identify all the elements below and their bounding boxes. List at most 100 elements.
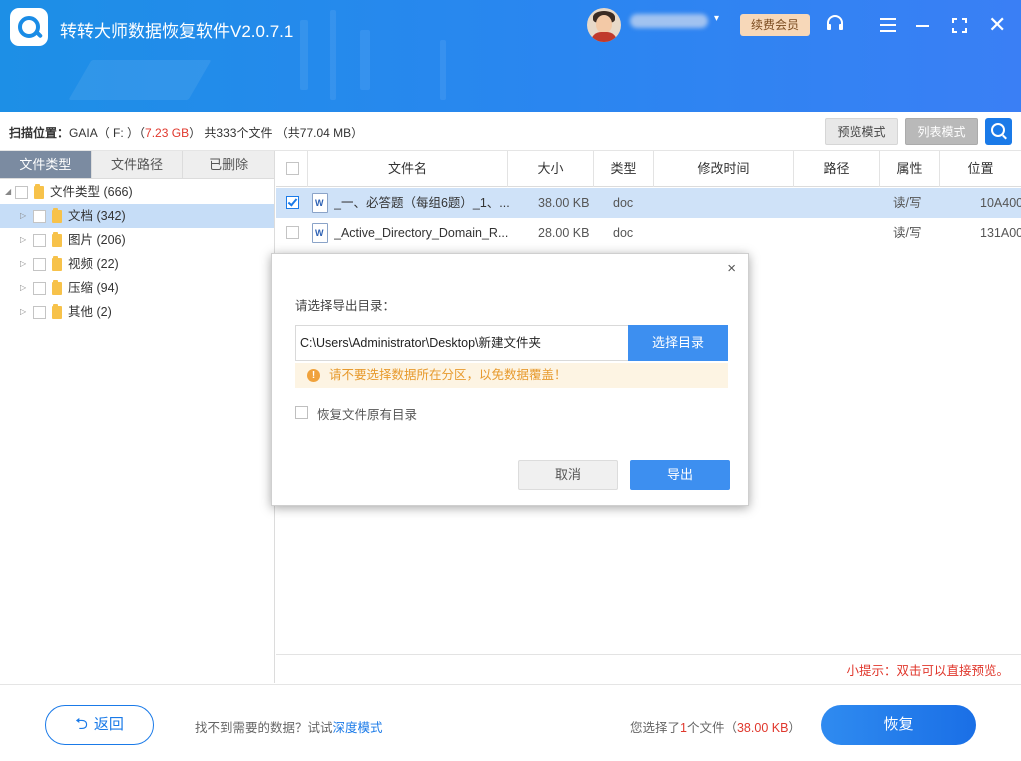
selection-mid: 个文件（ xyxy=(686,721,737,735)
list-mode-button[interactable]: 列表模式 xyxy=(905,118,978,145)
export-dialog: × 请选择导出目录： C:\Users\Administrator\Deskto… xyxy=(271,253,749,506)
selected-size: 38.00 KB xyxy=(736,721,789,735)
word-doc-icon xyxy=(312,193,328,213)
checkbox[interactable] xyxy=(15,186,28,199)
row-checkbox[interactable] xyxy=(286,196,299,209)
checkbox[interactable] xyxy=(33,258,46,271)
header-decoration xyxy=(360,30,370,90)
tree-root[interactable]: ◢ 文件类型 (666) xyxy=(0,180,274,204)
menu-icon[interactable] xyxy=(880,18,896,32)
column-size[interactable]: 大小 xyxy=(508,151,594,187)
folder-icon xyxy=(52,208,62,223)
table-row[interactable]: _一、必答题（每组6题）_1、... 38.00 KB doc 读/写 10A4… xyxy=(276,188,1021,218)
folder-icon xyxy=(34,184,44,199)
file-name: _一、必答题（每组6题）_1、... xyxy=(334,196,509,210)
left-panel: 文件类型 文件路径 已删除 ◢ 文件类型 (666) ▷ 文档 (342) ▷ … xyxy=(0,151,275,683)
column-modified[interactable]: 修改时间 xyxy=(654,151,794,187)
close-icon[interactable]: × xyxy=(727,260,736,277)
tree-item-archives[interactable]: ▷ 压缩 (94) xyxy=(0,276,274,300)
table-row[interactable]: _Active_Directory_Domain_R... 28.00 KB d… xyxy=(276,218,1021,248)
warning-text: 请不要选择数据所在分区，以免数据覆盖！ xyxy=(329,368,567,382)
scan-location: GAIA（ F: ） xyxy=(69,126,140,140)
headset-icon[interactable] xyxy=(824,14,846,36)
search-button[interactable] xyxy=(985,118,1012,145)
tab-file-path[interactable]: 文件路径 xyxy=(91,151,184,178)
back-label: 返回 xyxy=(93,716,124,733)
expand-icon[interactable]: ▷ xyxy=(20,276,26,300)
checkbox[interactable] xyxy=(33,210,46,223)
header-decoration xyxy=(68,60,212,100)
choose-directory-button[interactable]: 选择目录 xyxy=(628,325,728,361)
row-checkbox[interactable] xyxy=(286,226,299,239)
column-name[interactable]: 文件名 xyxy=(308,151,508,187)
file-type: doc xyxy=(613,196,634,210)
cancel-button[interactable]: 取消 xyxy=(518,460,618,490)
preview-mode-button[interactable]: 预览模式 xyxy=(825,118,898,145)
scan-info: 扫描位置：GAIA（ F: ）（7.23 GB） 共333个文件 （共77.04… xyxy=(9,126,364,140)
expand-icon[interactable]: ▷ xyxy=(20,228,26,252)
tree-label: 压缩 (94) xyxy=(68,281,119,295)
column-path[interactable]: 路径 xyxy=(794,151,880,187)
file-size: 28.00 KB xyxy=(538,226,590,240)
renew-vip-button[interactable]: 续费会员 xyxy=(740,14,810,36)
tree-label: 图片 (206) xyxy=(68,233,126,247)
recover-button[interactable]: 恢复 xyxy=(821,705,976,745)
checkbox[interactable] xyxy=(33,234,46,247)
logo-icon xyxy=(10,8,48,46)
folder-icon xyxy=(52,304,62,319)
tree-label: 视频 (22) xyxy=(68,257,119,271)
export-path-input[interactable]: C:\Users\Administrator\Desktop\新建文件夹 xyxy=(295,325,628,361)
select-all-checkbox[interactable] xyxy=(286,162,299,175)
export-button[interactable]: 导出 xyxy=(630,460,730,490)
tab-file-type[interactable]: 文件类型 xyxy=(0,151,92,178)
scan-size: 7.23 GB xyxy=(145,126,190,140)
scan-info-bar: 扫描位置：GAIA（ F: ）（7.23 GB） 共333个文件 （共77.04… xyxy=(0,112,1021,151)
file-type: doc xyxy=(613,226,634,240)
file-position: 10A400 xyxy=(980,196,1021,210)
tree-item-other[interactable]: ▷ 其他 (2) xyxy=(0,300,274,324)
hint-prefix: 找不到需要的数据？试试 xyxy=(195,721,333,735)
left-tabs: 文件类型 文件路径 已删除 xyxy=(0,151,275,179)
column-position[interactable]: 位置 xyxy=(940,151,1021,187)
tree-item-images[interactable]: ▷ 图片 (206) xyxy=(0,228,274,252)
checkbox[interactable] xyxy=(33,282,46,295)
divider xyxy=(276,654,1021,655)
selection-suffix: ） xyxy=(788,721,801,735)
tree-label: 其他 (2) xyxy=(68,305,112,319)
deep-mode-link[interactable]: 深度模式 xyxy=(333,721,383,735)
avatar[interactable] xyxy=(587,8,621,42)
folder-icon xyxy=(52,256,62,271)
checkbox[interactable] xyxy=(33,306,46,319)
column-attr[interactable]: 属性 xyxy=(880,151,940,187)
scan-summary: 共333个文件 （共77.04 MB） xyxy=(204,126,364,140)
tree-item-videos[interactable]: ▷ 视频 (22) xyxy=(0,252,274,276)
keep-original-dir-checkbox[interactable] xyxy=(295,406,308,419)
title-bar: 转转大师数据恢复软件V2.0.7.1 ▾ 续费会员 ✕ xyxy=(0,0,1021,112)
expand-icon[interactable]: ▷ xyxy=(20,252,26,276)
partition-warning: ! 请不要选择数据所在分区，以免数据覆盖！ xyxy=(295,363,728,388)
username[interactable] xyxy=(630,14,708,28)
folder-icon xyxy=(52,232,62,247)
scan-location-label: 扫描位置： xyxy=(9,126,70,140)
collapse-icon[interactable]: ◢ xyxy=(5,180,11,204)
file-name: _Active_Directory_Domain_R... xyxy=(334,226,509,240)
column-type[interactable]: 类型 xyxy=(594,151,654,187)
return-arrow-icon: ⮌ xyxy=(75,716,88,733)
maximize-icon[interactable] xyxy=(952,18,967,33)
warning-icon: ! xyxy=(307,369,320,382)
tree-item-docs[interactable]: ▷ 文档 (342) xyxy=(0,204,274,228)
back-button[interactable]: ⮌ 返回 xyxy=(45,705,154,745)
keep-original-dir-label[interactable]: 恢复文件原有目录 xyxy=(317,404,417,423)
expand-icon[interactable]: ▷ xyxy=(20,300,26,324)
folder-icon xyxy=(52,280,62,295)
close-icon[interactable]: ✕ xyxy=(988,12,1006,38)
app-title: 转转大师数据恢复软件V2.0.7.1 xyxy=(60,22,294,41)
chevron-down-icon[interactable]: ▾ xyxy=(714,13,719,24)
header-decoration xyxy=(330,10,336,100)
expand-icon[interactable]: ▷ xyxy=(20,204,26,228)
tab-deleted[interactable]: 已删除 xyxy=(183,151,275,178)
minimize-icon[interactable] xyxy=(916,25,929,27)
selection-prefix: 您选择了 xyxy=(630,721,681,735)
file-position: 131A00 xyxy=(980,226,1021,240)
file-attr: 读/写 xyxy=(893,196,922,210)
